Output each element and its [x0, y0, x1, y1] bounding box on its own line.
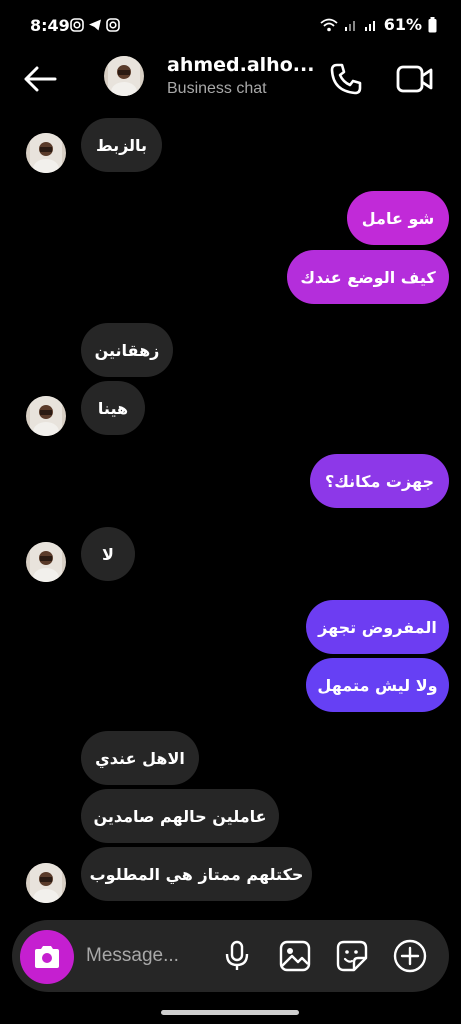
telegram-notification-icon — [89, 19, 101, 31]
gallery-button[interactable] — [277, 938, 313, 974]
microphone-icon — [225, 940, 249, 970]
gallery-icon — [279, 940, 311, 972]
avatar-image — [26, 863, 66, 903]
message-incoming[interactable]: الاهل عندي — [81, 731, 199, 785]
message-outgoing[interactable]: شو عامل — [347, 191, 449, 245]
avatar-image — [26, 542, 66, 582]
contact-subtitle: Business chat — [167, 80, 267, 97]
avatar-image — [26, 133, 66, 173]
more-options-button[interactable] — [392, 938, 428, 974]
message-incoming[interactable]: عاملين حالهم صامدين — [81, 789, 279, 843]
sender-avatar[interactable] — [26, 863, 66, 903]
instagram-notification-icon — [70, 18, 84, 32]
message-incoming[interactable]: حكتلهم ممتاز هي المطلوب — [81, 847, 312, 901]
voice-call-button[interactable] — [326, 60, 366, 98]
phone-icon — [330, 63, 362, 95]
message-incoming[interactable]: بالزبط — [81, 118, 162, 172]
contact-avatar[interactable] — [104, 56, 144, 96]
message-incoming[interactable]: زهقانين — [81, 323, 173, 377]
notification-icons — [70, 18, 120, 32]
battery-icon — [428, 16, 437, 32]
camera-button[interactable] — [20, 930, 74, 984]
signal-icon — [344, 20, 355, 31]
status-time: 8:49 — [30, 16, 70, 35]
message-outgoing[interactable]: جهزت مكانك؟ — [310, 454, 449, 508]
back-button[interactable] — [20, 62, 60, 96]
camera-icon — [35, 946, 59, 968]
plus-icon — [393, 939, 427, 973]
voice-message-button[interactable] — [219, 938, 255, 974]
avatar-image — [104, 56, 144, 96]
video-camera-icon — [396, 65, 433, 93]
message-outgoing[interactable]: كيف الوضع عندك — [287, 250, 449, 304]
message-outgoing[interactable]: ولا ليش متمهل — [306, 658, 449, 712]
message-outgoing[interactable]: المفروض تجهز — [306, 600, 449, 654]
sender-avatar[interactable] — [26, 396, 66, 436]
battery-percentage: 61% — [383, 15, 422, 34]
wifi-icon — [320, 18, 338, 31]
message-input[interactable] — [86, 938, 206, 974]
status-bar: 8:49 61% — [0, 0, 461, 52]
contact-name[interactable]: ahmed.alho... — [167, 54, 314, 76]
message-incoming[interactable]: لا — [81, 527, 135, 581]
system-status: 61% — [320, 15, 437, 34]
back-arrow-icon — [24, 66, 57, 92]
avatar-image — [26, 396, 66, 436]
sticker-button[interactable] — [334, 938, 370, 974]
message-composer — [12, 920, 449, 992]
chat-header: ahmed.alho... Business chat — [0, 52, 461, 108]
sender-avatar[interactable] — [26, 133, 66, 173]
signal-icon-2 — [364, 20, 375, 31]
video-call-button[interactable] — [393, 60, 437, 98]
home-indicator[interactable] — [161, 1010, 299, 1015]
sticker-icon — [336, 940, 368, 972]
sender-avatar[interactable] — [26, 542, 66, 582]
instagram-notification-icon-2 — [106, 18, 120, 32]
message-incoming[interactable]: هينا — [81, 381, 145, 435]
